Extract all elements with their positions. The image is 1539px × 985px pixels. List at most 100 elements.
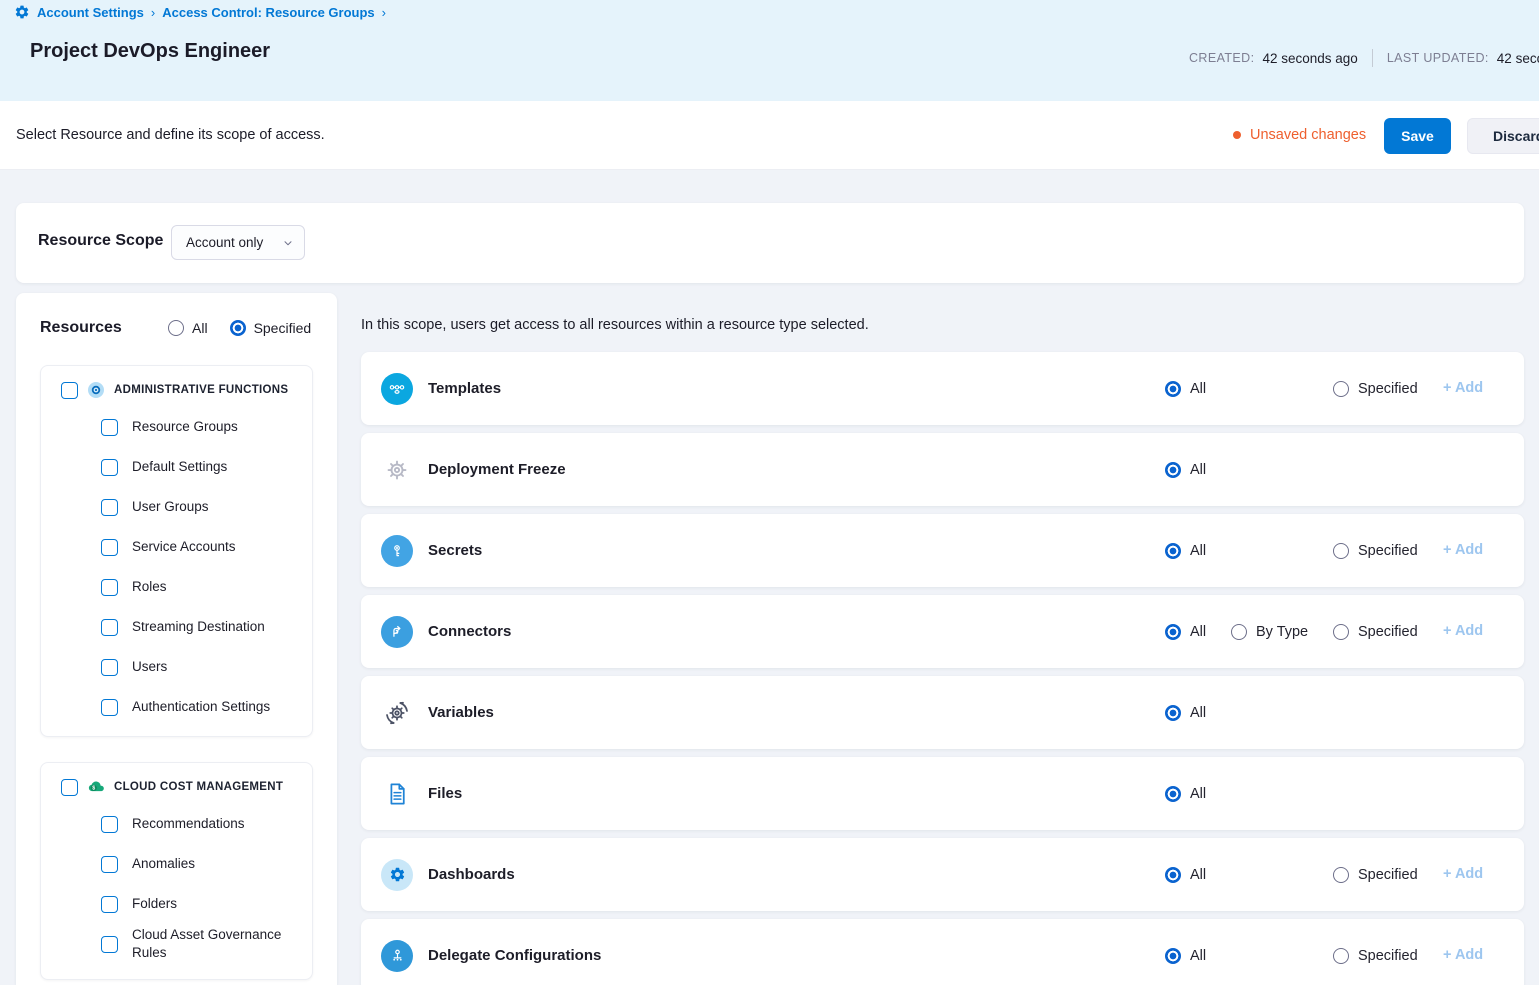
resource-item-resource-groups: Resource Groups (41, 407, 312, 447)
item-checkbox[interactable] (101, 659, 118, 676)
resources-radio-specified[interactable]: Specified (230, 320, 312, 336)
group-header: ADMINISTRATIVE FUNCTIONS (41, 366, 312, 407)
radio-unselected-icon (1333, 381, 1349, 397)
radio-all[interactable]: All (1165, 543, 1206, 559)
item-checkbox[interactable] (101, 699, 118, 716)
row-label: Delegate Configurations (428, 947, 601, 964)
unsaved-dot-icon (1233, 131, 1241, 139)
resource-item-default-settings: Default Settings (41, 447, 312, 487)
chevron-down-icon (282, 237, 294, 249)
add-link[interactable]: + Add (1443, 542, 1483, 558)
variables-icon (381, 697, 413, 729)
item-checkbox[interactable] (101, 936, 118, 953)
group-checkbox[interactable] (61, 779, 78, 796)
scope-description: Select Resource and define its scope of … (16, 127, 325, 143)
page-title: Project DevOps Engineer (30, 40, 270, 63)
chevron-right-icon: › (382, 5, 386, 20)
row-label: Deployment Freeze (428, 461, 566, 478)
breadcrumb-account-settings[interactable]: Account Settings (37, 5, 144, 20)
dashboards-icon (381, 859, 413, 891)
radio-all[interactable]: All (1165, 705, 1206, 721)
radio-unselected-icon (1231, 624, 1247, 640)
add-link[interactable]: + Add (1443, 623, 1483, 639)
radio-unselected-icon (1333, 867, 1349, 883)
resource-item-streaming-destination: Streaming Destination (41, 607, 312, 647)
radio-selected-icon (1165, 705, 1181, 721)
page-header: Account Settings › Access Control: Resou… (0, 0, 1539, 101)
save-button[interactable]: Save (1384, 118, 1451, 154)
resource-item-anomalies: Anomalies (41, 844, 312, 884)
resource-item-authentication-settings: Authentication Settings (41, 687, 312, 727)
add-link[interactable]: + Add (1443, 947, 1483, 963)
breadcrumb-access-control-resource-groups[interactable]: Access Control: Resource Groups (162, 5, 374, 20)
resources-scope-radios: All Specified (168, 320, 311, 336)
created-label: CREATED: (1189, 51, 1254, 65)
resource-item-cloud-asset-governance-rules: Cloud Asset Governance Rules (41, 924, 312, 964)
item-checkbox[interactable] (101, 499, 118, 516)
radio-specified[interactable]: Specified (1333, 948, 1418, 964)
add-link[interactable]: + Add (1443, 866, 1483, 882)
deployment-freeze-icon (381, 454, 413, 486)
breadcrumb: Account Settings › Access Control: Resou… (14, 4, 386, 20)
resource-row-files: Files All (361, 757, 1524, 830)
row-label: Dashboards (428, 866, 515, 883)
group-header: $ CLOUD COST MANAGEMENT (41, 763, 312, 804)
row-label: Secrets (428, 542, 482, 559)
resource-scope-value: Account only (186, 235, 263, 250)
row-label: Templates (428, 380, 501, 397)
resource-row-connectors: Connectors All By Type Specified + Add (361, 595, 1524, 668)
resource-scope-dropdown[interactable]: Account only (171, 225, 305, 260)
secrets-icon (381, 535, 413, 567)
radio-specified[interactable]: Specified (1333, 543, 1418, 559)
item-checkbox[interactable] (101, 539, 118, 556)
files-icon (381, 778, 413, 810)
radio-selected-icon (1165, 867, 1181, 883)
radio-selected-icon (1165, 786, 1181, 802)
radio-selected-icon (1165, 624, 1181, 640)
item-checkbox[interactable] (101, 579, 118, 596)
radio-all[interactable]: All (1165, 786, 1206, 802)
resource-scope-label: Resource Scope (38, 232, 163, 250)
radio-unselected-icon (1333, 624, 1349, 640)
group-label: CLOUD COST MANAGEMENT (114, 781, 283, 793)
item-checkbox[interactable] (101, 419, 118, 436)
radio-specified[interactable]: Specified (1333, 381, 1418, 397)
item-checkbox[interactable] (101, 816, 118, 833)
cloud-cost-management-icon: $ (87, 778, 105, 796)
resource-item-user-groups: User Groups (41, 487, 312, 527)
resource-row-delegate-configurations: Delegate Configurations All Specified + … (361, 919, 1524, 985)
radio-all[interactable]: All (1165, 462, 1206, 478)
radio-all[interactable]: All (1165, 624, 1206, 640)
discard-button[interactable]: Discard (1467, 118, 1539, 154)
resource-row-deployment-freeze: Deployment Freeze All (361, 433, 1524, 506)
scope-info-text: In this scope, users get access to all r… (361, 317, 869, 333)
item-checkbox[interactable] (101, 459, 118, 476)
resource-row-templates: Templates All Specified + Add (361, 352, 1524, 425)
last-updated-value: 42 seconds ago (1497, 51, 1539, 66)
resources-radio-all[interactable]: All (168, 320, 208, 336)
resources-sidebar: Resources All Specified ADMINISTRATIVE F… (16, 293, 337, 985)
radio-specified[interactable]: Specified (1333, 624, 1418, 640)
item-checkbox[interactable] (101, 896, 118, 913)
meta-info: CREATED: 42 seconds ago LAST UPDATED: 42… (1189, 49, 1539, 67)
resource-item-users: Users (41, 647, 312, 687)
group-checkbox[interactable] (61, 382, 78, 399)
item-checkbox[interactable] (101, 856, 118, 873)
radio-specified[interactable]: Specified (1333, 867, 1418, 883)
unsaved-changes-indicator: Unsaved changes (1233, 127, 1366, 143)
item-checkbox[interactable] (101, 619, 118, 636)
radio-selected-icon (1165, 462, 1181, 478)
radio-selected-icon (1165, 948, 1181, 964)
radio-unselected-icon (1333, 543, 1349, 559)
connectors-icon (381, 616, 413, 648)
radio-all[interactable]: All (1165, 948, 1206, 964)
resources-title: Resources (40, 319, 122, 337)
radio-all[interactable]: All (1165, 867, 1206, 883)
settings-gear-icon (14, 4, 30, 20)
radio-all[interactable]: All (1165, 381, 1206, 397)
resource-scope-panel: Resource Scope Account only (16, 203, 1524, 283)
created-value: 42 seconds ago (1262, 51, 1357, 66)
delegate-configurations-icon (381, 940, 413, 972)
add-link[interactable]: + Add (1443, 380, 1483, 396)
radio-by-type[interactable]: By Type (1231, 624, 1308, 640)
